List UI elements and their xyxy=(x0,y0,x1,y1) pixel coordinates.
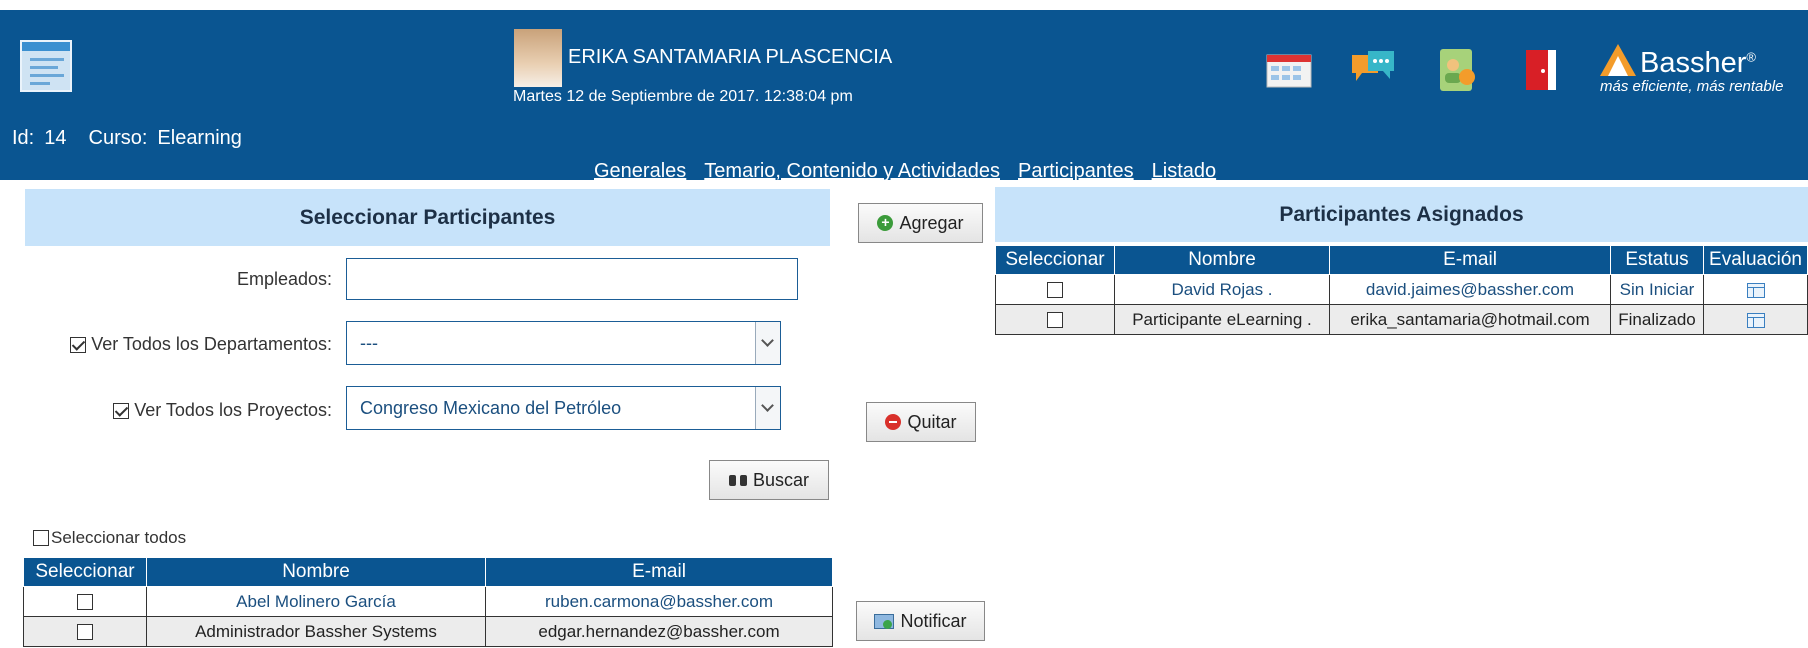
course-label: Curso: xyxy=(88,127,148,149)
row-email: ruben.carmona@bassher.com xyxy=(485,586,833,617)
available-participants-table: Seleccionar Nombre E-mail Abel Molinero … xyxy=(23,557,833,647)
row-email: erika_santamaria@hotmail.com xyxy=(1329,304,1611,335)
tab-generales[interactable]: Generales xyxy=(594,160,686,182)
calendar-icon[interactable] xyxy=(1266,47,1312,93)
tab-listado[interactable]: Listado xyxy=(1152,160,1217,182)
departamentos-checkbox[interactable] xyxy=(70,337,87,354)
tab-nav: Generales Temario, Contenido y Actividade… xyxy=(594,160,1234,183)
course-info: Id: 14 Curso: Elearning xyxy=(12,127,252,150)
chevron-down-icon xyxy=(755,387,780,429)
select-all-checkbox[interactable] xyxy=(33,530,49,546)
row-nombre: David Rojas . xyxy=(1114,274,1330,305)
brand-name: Bassher® xyxy=(1640,47,1756,79)
search-button-label: Buscar xyxy=(752,469,810,490)
col-evaluacion: Evaluación xyxy=(1703,245,1808,275)
evaluation-icon[interactable] xyxy=(1746,312,1765,328)
empleados-input[interactable] xyxy=(346,258,798,300)
col-email: E-mail xyxy=(485,557,833,587)
plus-circle-icon: + xyxy=(877,215,894,231)
proyectos-label: Ver Todos los Proyectos: xyxy=(134,400,332,420)
proyectos-select-value: Congreso Mexicano del Petróleo xyxy=(360,398,622,418)
row-checkbox[interactable] xyxy=(1047,312,1063,329)
minus-circle-icon xyxy=(885,414,902,430)
course-value: Elearning xyxy=(157,127,242,149)
table-row: Abel Molinero García ruben.carmona@bassh… xyxy=(23,586,833,617)
row-estatus: Finalizado xyxy=(1610,304,1704,335)
tablet-user-icon[interactable] xyxy=(1434,47,1480,93)
notify-button-label: Notificar xyxy=(900,610,967,631)
mail-icon xyxy=(874,613,895,629)
proyectos-select[interactable]: Congreso Mexicano del Petróleo xyxy=(346,386,781,430)
row-estatus: Sin Iniciar xyxy=(1610,274,1704,305)
notify-button[interactable]: Notificar xyxy=(856,601,985,641)
header-bar: ERIKA SANTAMARIA PLASCENCIA Martes 12 de… xyxy=(0,10,1808,183)
empleados-label: Empleados: xyxy=(236,269,332,289)
current-datetime: Martes 12 de Septiembre de 2017. 12:38:0… xyxy=(513,88,853,105)
user-avatar xyxy=(514,29,562,87)
col-nombre: Nombre xyxy=(1114,245,1330,275)
col-seleccionar: Seleccionar xyxy=(995,245,1115,275)
departamentos-select[interactable]: --- xyxy=(346,321,781,365)
row-nombre: Abel Molinero García xyxy=(146,586,486,617)
search-button[interactable]: Buscar xyxy=(709,460,829,500)
remove-button[interactable]: Quitar xyxy=(866,402,976,442)
app-window-icon[interactable] xyxy=(20,40,72,92)
table-row: Participante eLearning . erika_santamari… xyxy=(995,304,1808,335)
id-label: Id: xyxy=(12,127,35,149)
select-all[interactable]: Seleccionar todos xyxy=(33,528,186,548)
proyectos-filter: Ver Todos los Proyectos: xyxy=(60,400,332,421)
binoculars-icon xyxy=(728,473,747,487)
departamentos-label: Ver Todos los Departamentos: xyxy=(91,334,332,354)
row-nombre: Administrador Bassher Systems xyxy=(146,616,486,647)
assigned-participants-title: Participantes Asignados xyxy=(995,187,1808,242)
departamentos-filter: Ver Todos los Departamentos: xyxy=(30,334,332,355)
col-seleccionar: Seleccionar xyxy=(23,557,147,587)
brand-tagline: más eficiente, más rentable xyxy=(1600,78,1784,95)
add-button-label: Agregar xyxy=(899,212,964,233)
departamentos-select-value: --- xyxy=(360,333,378,353)
brand-mark-icon xyxy=(1600,44,1636,76)
col-estatus: Estatus xyxy=(1610,245,1704,275)
col-email: E-mail xyxy=(1329,245,1611,275)
select-all-label: Seleccionar todos xyxy=(51,528,187,547)
table-row: Administrador Bassher Systems edgar.hern… xyxy=(23,616,833,647)
select-participants-title: Seleccionar Participantes xyxy=(25,189,830,246)
row-nombre: Participante eLearning . xyxy=(1114,304,1330,335)
add-button[interactable]: + Agregar xyxy=(858,203,983,243)
proyectos-checkbox[interactable] xyxy=(113,403,130,420)
row-email: edgar.hernandez@bassher.com xyxy=(485,616,833,647)
assigned-participants-table: Seleccionar Nombre E-mail Estatus Evalua… xyxy=(995,245,1808,335)
remove-button-label: Quitar xyxy=(907,411,957,432)
chat-icon[interactable] xyxy=(1350,47,1396,93)
id-value: 14 xyxy=(44,127,67,149)
col-nombre: Nombre xyxy=(146,557,486,587)
user-name: ERIKA SANTAMARIA PLASCENCIA xyxy=(568,46,893,68)
top-strip xyxy=(0,0,1808,10)
row-checkbox[interactable] xyxy=(77,594,93,611)
exit-door-icon[interactable] xyxy=(1518,47,1564,93)
row-checkbox[interactable] xyxy=(1047,282,1063,299)
evaluation-icon[interactable] xyxy=(1746,282,1765,298)
chevron-down-icon xyxy=(755,322,780,364)
tab-temario[interactable]: Temario, Contenido y Actividades xyxy=(704,160,1000,182)
row-checkbox[interactable] xyxy=(77,624,93,641)
tab-participantes[interactable]: Participantes xyxy=(1018,160,1134,182)
table-row: David Rojas . david.jaimes@bassher.com S… xyxy=(995,274,1808,305)
row-email: david.jaimes@bassher.com xyxy=(1329,274,1611,305)
